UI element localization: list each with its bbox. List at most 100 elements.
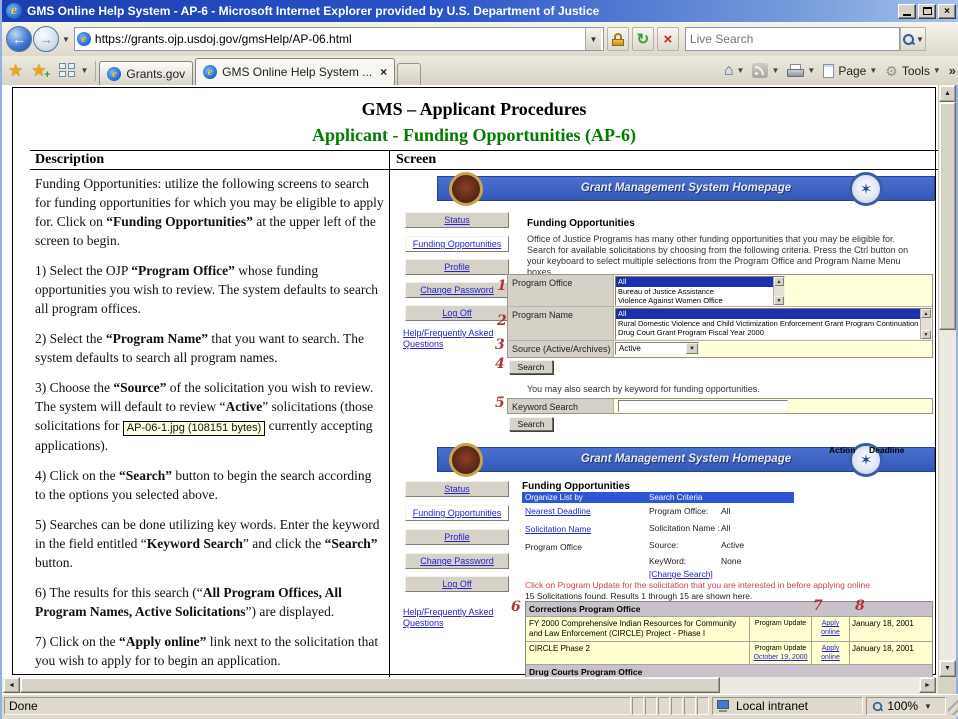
- status-segment: [671, 697, 683, 715]
- nav-label: Funding Opportunities: [413, 239, 502, 249]
- scroll-up-button[interactable]: ▲: [939, 85, 956, 102]
- listbox-option[interactable]: Drug Court Grant Program Fiscal Year 200…: [616, 328, 931, 338]
- address-dropdown[interactable]: ▼: [585, 28, 601, 50]
- gms-nav-change-password[interactable]: Change Password: [405, 282, 509, 298]
- listbox-scrollbar[interactable]: ▲▼: [773, 277, 784, 305]
- source-value: Active: [619, 344, 641, 353]
- zoom-dropdown-icon[interactable]: ▼: [924, 702, 932, 711]
- gms-nav-log-off[interactable]: Log Off: [405, 576, 509, 592]
- forward-button[interactable]: →: [33, 26, 59, 52]
- nav-label: Change Password: [420, 285, 494, 295]
- change-search-link[interactable]: [Change Search]: [649, 569, 713, 579]
- listbox-scrollbar[interactable]: ▲▼: [920, 309, 931, 339]
- scroll-left-button[interactable]: ◄: [3, 677, 20, 693]
- refresh-button[interactable]: ↻: [632, 27, 654, 51]
- listbox-option[interactable]: All: [616, 309, 931, 319]
- sort-solicitation-name-link[interactable]: Solicitation Name: [525, 524, 591, 534]
- live-search-input[interactable]: [686, 32, 899, 46]
- live-search-box[interactable]: [685, 27, 900, 51]
- scroll-down-icon[interactable]: ▼: [921, 330, 931, 339]
- criteria-value: All: [721, 523, 730, 533]
- back-button[interactable]: ←: [6, 26, 32, 52]
- scroll-right-button[interactable]: ►: [919, 677, 936, 693]
- zoom-control[interactable]: 100% ▼: [866, 697, 946, 715]
- source-dropdown[interactable]: Active ▼: [615, 342, 699, 355]
- feeds-button[interactable]: ▼: [752, 63, 779, 78]
- listbox-option[interactable]: All: [616, 277, 784, 287]
- title-bar: e GMS Online Help System - AP-6 - Micros…: [2, 0, 958, 22]
- stop-button[interactable]: ×: [657, 27, 679, 51]
- solicitation-row: FY 2000 Comprehensive Indian Resources f…: [526, 617, 932, 642]
- favorites-center-button[interactable]: ★: [8, 61, 23, 81]
- new-tab-stub[interactable]: [397, 63, 421, 85]
- gms-nav-status[interactable]: Status: [405, 212, 509, 228]
- security-lock-button[interactable]: [607, 27, 629, 51]
- tab-bar: ★ ★+ ▼ e Grants.gov e GMS Online Help Sy…: [2, 56, 958, 85]
- status-segment: [697, 697, 709, 715]
- description-paragraph: 7) Click on the “Apply online” link next…: [35, 632, 384, 670]
- search-go-button[interactable]: ▼: [900, 27, 926, 51]
- gms-nav-profile[interactable]: Profile: [405, 259, 509, 275]
- tab-gms-help-active[interactable]: e GMS Online Help System ... ×: [195, 58, 395, 85]
- minimize-button[interactable]: [898, 4, 916, 19]
- apply-online-link[interactable]: Apply online: [821, 645, 840, 661]
- gms-nav-profile[interactable]: Profile: [405, 529, 509, 545]
- apply-online-link[interactable]: Apply online: [821, 620, 840, 636]
- deadline-column-header: Deadline: [869, 445, 904, 455]
- scroll-down-button[interactable]: ▼: [939, 660, 956, 677]
- keyword-search-input[interactable]: [618, 400, 788, 412]
- printer-icon: [787, 64, 804, 77]
- tab-list-dropdown[interactable]: ▼: [81, 66, 89, 75]
- listbox-option[interactable]: Rural Domestic Violence and Child Victim…: [616, 319, 931, 329]
- gms-nav-log-off[interactable]: Log Off: [405, 305, 509, 321]
- listbox-option[interactable]: Violence Against Women Office: [616, 296, 784, 306]
- search-options-dropdown[interactable]: ▼: [916, 35, 924, 44]
- horizontal-scrollbar[interactable]: ◄ ►: [2, 677, 938, 694]
- keyword-search-button[interactable]: Search: [509, 417, 553, 431]
- program-name-listbox[interactable]: AllRural Domestic Violence and Child Vic…: [615, 308, 932, 340]
- criteria-label: Solicitation Name :: [649, 523, 720, 533]
- search-criteria-header: Search Criteria: [649, 493, 702, 502]
- program-name-row: Program Name AllRural Domestic Violence …: [508, 307, 932, 341]
- gms-search-button[interactable]: Search: [509, 360, 553, 374]
- doc-subtitle: Applicant - Funding Opportunities (AP-6): [12, 125, 936, 146]
- navigation-bar: ← → ▼ e ▼ ↻ × ▼: [2, 22, 958, 56]
- tools-menu-button[interactable]: ⚙Tools▼: [885, 64, 941, 78]
- scroll-up-icon[interactable]: ▲: [774, 277, 784, 286]
- gms-nav-funding-opportunities[interactable]: Funding Opportunities: [405, 505, 509, 521]
- listbox-option[interactable]: Bureau of Justice Assistance: [616, 287, 784, 297]
- source-row: Source (Active/Archives) Active ▼: [508, 341, 932, 357]
- home-button[interactable]: ⌂▼: [724, 63, 745, 79]
- gms-help-link[interactable]: Help/Frequently Asked Questions: [403, 607, 513, 629]
- scroll-down-icon[interactable]: ▼: [774, 296, 784, 305]
- recent-pages-dropdown[interactable]: ▼: [62, 35, 70, 44]
- group-title: Drug Courts Program Office: [526, 665, 812, 677]
- url-input[interactable]: [95, 32, 585, 46]
- toolbar-overflow-button[interactable]: »: [949, 63, 956, 78]
- resize-grip[interactable]: [948, 697, 958, 715]
- add-favorite-button[interactable]: ★+: [31, 61, 46, 81]
- source-label: Source (Active/Archives): [508, 341, 614, 357]
- vertical-scroll-thumb[interactable]: [939, 102, 956, 330]
- quick-tabs-button[interactable]: [59, 63, 77, 79]
- chevron-down-icon[interactable]: ▼: [686, 343, 698, 354]
- program-update-link[interactable]: October 19, 2000: [753, 654, 807, 661]
- gms-nav-funding-opportunities[interactable]: Funding Opportunities: [405, 236, 509, 252]
- tab-close-icon[interactable]: ×: [380, 65, 387, 79]
- print-button[interactable]: ▼: [787, 64, 815, 77]
- close-button[interactable]: ×: [938, 4, 956, 19]
- vertical-scrollbar[interactable]: ▲ ▼: [938, 85, 956, 677]
- plus-icon: +: [44, 69, 50, 81]
- scroll-up-icon[interactable]: ▲: [921, 309, 931, 318]
- description-column-header: Description: [30, 151, 390, 170]
- address-bar[interactable]: e ▼: [74, 27, 604, 51]
- tab-grants-gov[interactable]: e Grants.gov: [99, 61, 193, 85]
- sort-nearest-deadline-link[interactable]: Nearest Deadline: [525, 506, 591, 516]
- horizontal-scroll-thumb[interactable]: [20, 677, 720, 693]
- gms-nav-change-password[interactable]: Change Password: [405, 553, 509, 569]
- gms-nav-status[interactable]: Status: [405, 481, 509, 497]
- program-office-listbox[interactable]: AllBureau of Justice AssistanceViolence …: [615, 276, 785, 306]
- page-menu-button[interactable]: Page▼: [823, 64, 877, 78]
- doj-seal-icon: [449, 443, 483, 477]
- maximize-button[interactable]: [918, 4, 936, 19]
